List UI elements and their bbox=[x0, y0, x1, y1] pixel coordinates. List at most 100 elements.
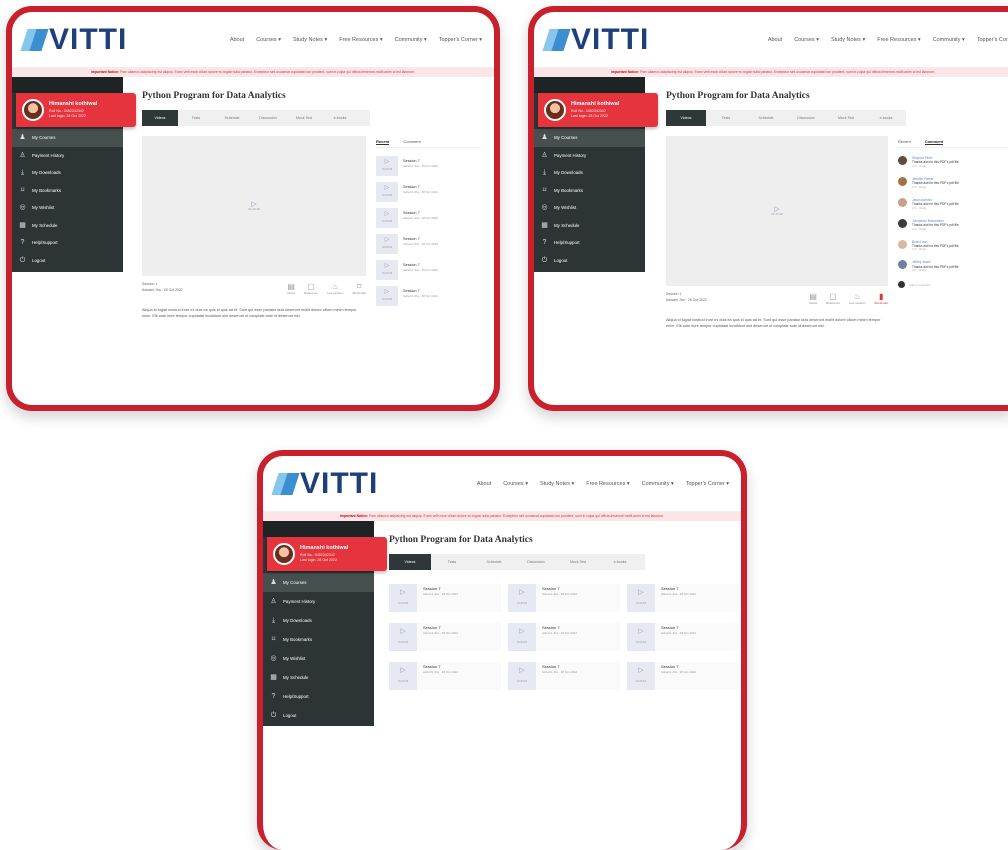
video-player[interactable]: ▷ 01:23:18 bbox=[666, 136, 888, 286]
sidebar-item-my-courses[interactable]: ♟ My Courses bbox=[534, 129, 645, 147]
nav-free-resources[interactable]: Free Resources ▾ bbox=[586, 481, 629, 487]
sidebar-item-my-bookmarks[interactable]: ⌑ My Bookmarks bbox=[534, 182, 645, 200]
comment-author[interactable]: Jeffrey Jewel bbox=[912, 260, 931, 264]
comment-author[interactable]: Jennifer Parker bbox=[912, 177, 934, 181]
nav-toppers-corner[interactable]: Topper's Corner ▾ bbox=[977, 37, 1008, 43]
nav-community[interactable]: Community ▾ bbox=[933, 37, 965, 43]
tab-mock-test[interactable]: Mock Test bbox=[557, 554, 599, 570]
sidebar-item-help-support[interactable]: ? Help/Support bbox=[263, 687, 374, 706]
tab-schedule[interactable]: Schedule bbox=[746, 110, 786, 126]
session-card[interactable]: ▷ 01:23:18 Session 7 Ashwini Jha · 28 Oct 2… bbox=[508, 623, 620, 651]
sidebar-item-logout[interactable]: ⏻ Logout bbox=[263, 706, 374, 725]
live-session-button[interactable]: ♨ Live session bbox=[849, 292, 866, 305]
list-item[interactable]: ▷ 01:23:18 Session 7 Ashwini Jha · 28 Oct 2… bbox=[376, 286, 481, 306]
notes-button[interactable]: ▤ Notes bbox=[287, 282, 295, 295]
sidebar-item-logout[interactable]: ⏻ Logout bbox=[12, 252, 123, 270]
nav-toppers-corner[interactable]: Topper's Corner ▾ bbox=[686, 481, 729, 487]
nav-courses[interactable]: Courses ▾ bbox=[256, 37, 281, 43]
tab-comment[interactable]: Comment bbox=[403, 139, 420, 144]
tab-ebooks[interactable]: e-books bbox=[866, 110, 906, 126]
session-card[interactable]: ▷ 01:23:18 Session 7 Ashwini Jha · 28 Oct 2… bbox=[389, 623, 501, 651]
nav-about[interactable]: About bbox=[768, 37, 782, 43]
nav-about[interactable]: About bbox=[477, 481, 491, 487]
session-card[interactable]: ▷ 01:23:18 Session 7 Ashwini Jha · 28 Oct 2… bbox=[508, 584, 620, 612]
sidebar-item-payment-history[interactable]: ♙ Payment History bbox=[12, 147, 123, 165]
sidebar-item-help-support[interactable]: ? Help/Support bbox=[12, 234, 123, 252]
session-card[interactable]: ▷ 01:23:18 Session 7 Ashwini Jha · 28 Oct 2… bbox=[627, 584, 739, 612]
list-item[interactable]: ▷ 01:23:18 Session 7 Ashwini Jha · 28 Oct 2… bbox=[376, 182, 481, 202]
list-item[interactable]: ▷ 01:23:18 Session 7 Ashwini Jha · 28 Oct 2… bbox=[376, 260, 481, 280]
bookmark-button[interactable]: ▮ Bookmark bbox=[874, 292, 888, 305]
sidebar-item-my-courses[interactable]: ♟ My Courses bbox=[12, 129, 123, 147]
sidebar-item-my-bookmarks[interactable]: ⌑ My Bookmarks bbox=[12, 182, 123, 200]
tab-tests[interactable]: Tests bbox=[431, 554, 473, 570]
tab-videos[interactable]: Videos bbox=[389, 554, 431, 570]
nav-study-notes[interactable]: Study Notes ▾ bbox=[540, 481, 574, 487]
nav-community[interactable]: Community ▾ bbox=[395, 37, 427, 43]
tab-mock-test[interactable]: Mock Test bbox=[286, 110, 322, 126]
nav-free-resources[interactable]: Free Resources ▾ bbox=[339, 37, 382, 43]
comment-author[interactable]: Jason Antonio bbox=[912, 198, 932, 202]
sidebar-item-my-schedule[interactable]: ▦ My Schedule bbox=[534, 217, 645, 235]
vitti-logo[interactable]: VITTI bbox=[20, 23, 127, 57]
session-card[interactable]: ▷ 01:23:18 Session 7 Ashwini Jha · 28 Oct 2… bbox=[508, 662, 620, 690]
tab-discussion[interactable]: Discussion bbox=[250, 110, 286, 126]
sidebar-item-my-wishlist[interactable]: ◎ My Wishlist bbox=[534, 199, 645, 217]
sidebar-item-my-downloads[interactable]: ⤓ My Downloads bbox=[263, 611, 374, 630]
profile-card[interactable]: Himanshi kothiwal Roll No.: 3452342342 Las… bbox=[267, 537, 387, 571]
live-session-button[interactable]: ♨ Live session bbox=[327, 282, 344, 295]
sidebar-item-my-courses[interactable]: ♟ My Courses bbox=[263, 573, 374, 592]
profile-card[interactable]: Himanshi kothiwal Roll No.: 3452342342 Las… bbox=[538, 93, 658, 127]
tab-schedule[interactable]: Schedule bbox=[473, 554, 515, 570]
session-card[interactable]: ▷ 01:23:18 Session 7 Ashwini Jha · 28 Oct 2… bbox=[627, 662, 739, 690]
tab-mock-test[interactable]: Mock Test bbox=[826, 110, 866, 126]
tab-recent[interactable]: Recent bbox=[376, 139, 390, 145]
list-item[interactable]: ▷ 01:23:18 Session 7 Ashwini Jha · 28 Oct 2… bbox=[376, 208, 481, 228]
sidebar-item-logout[interactable]: ⏻ Logout bbox=[534, 252, 645, 270]
sidebar-item-help-support[interactable]: ? Help/Support bbox=[534, 234, 645, 252]
bookmark-button[interactable]: ⌑ Bookmark bbox=[352, 282, 366, 295]
session-card[interactable]: ▷ 01:23:18 Session 7 Ashwini Jha · 28 Oct 2… bbox=[389, 662, 501, 690]
sidebar-item-payment-history[interactable]: ♙ Payment History bbox=[263, 592, 374, 611]
tab-recent[interactable]: Recent bbox=[898, 139, 911, 144]
list-item[interactable]: ▷ 01:23:18 Session 7 Ashwini Jha · 28 Oct 2… bbox=[376, 156, 481, 176]
vitti-logo[interactable]: VITTI bbox=[542, 23, 649, 57]
tab-discussion[interactable]: Discussion bbox=[515, 554, 557, 570]
tab-ebooks[interactable]: e-books bbox=[322, 110, 358, 126]
tab-schedule[interactable]: Schedule bbox=[214, 110, 250, 126]
profile-card[interactable]: Himanshi kothiwal Roll No.: 3452342342 Las… bbox=[16, 93, 136, 127]
tab-discussion[interactable]: Discussion bbox=[786, 110, 826, 126]
tab-videos[interactable]: Videos bbox=[142, 110, 178, 126]
comment-input[interactable]: Add a comment... bbox=[898, 281, 1008, 289]
list-item[interactable]: ▷ 01:23:18 Session 7 Ashwini Jha · 28 Oct 2… bbox=[376, 234, 481, 254]
notes-button[interactable]: ▤ Notes bbox=[809, 292, 817, 305]
nav-study-notes[interactable]: Study Notes ▾ bbox=[293, 37, 327, 43]
sidebar-item-payment-history[interactable]: ♙ Payment History bbox=[534, 147, 645, 165]
comment-author[interactable]: Johnathon Richardson bbox=[912, 219, 944, 223]
nav-toppers-corner[interactable]: Topper's Corner ▾ bbox=[439, 37, 482, 43]
tab-tests[interactable]: Tests bbox=[178, 110, 214, 126]
sidebar-item-my-schedule[interactable]: ▦ My Schedule bbox=[263, 668, 374, 687]
video-player[interactable]: ▷ 01:23:18 bbox=[142, 136, 366, 276]
reference-button[interactable]: ▢ Reference bbox=[304, 282, 318, 295]
sidebar-item-my-wishlist[interactable]: ◎ My Wishlist bbox=[263, 649, 374, 668]
sidebar-item-my-schedule[interactable]: ▦ My Schedule bbox=[12, 217, 123, 235]
sidebar-item-my-downloads[interactable]: ⤓ My Downloads bbox=[534, 164, 645, 182]
tab-comment[interactable]: Comment bbox=[924, 139, 944, 145]
tab-videos[interactable]: Videos bbox=[666, 110, 706, 126]
nav-study-notes[interactable]: Study Notes ▾ bbox=[831, 37, 865, 43]
tab-tests[interactable]: Tests bbox=[706, 110, 746, 126]
tab-ebooks[interactable]: e-books bbox=[599, 554, 641, 570]
comment-author[interactable]: Stephen Flintz bbox=[912, 156, 932, 160]
comment-author[interactable]: Brian Lunn bbox=[912, 240, 927, 244]
nav-community[interactable]: Community ▾ bbox=[642, 481, 674, 487]
nav-free-resources[interactable]: Free Resources ▾ bbox=[877, 37, 920, 43]
nav-courses[interactable]: Courses ▾ bbox=[503, 481, 528, 487]
nav-courses[interactable]: Courses ▾ bbox=[794, 37, 819, 43]
nav-about[interactable]: About bbox=[230, 37, 244, 43]
session-card[interactable]: ▷ 01:23:18 Session 7 Ashwini Jha · 28 Oct 2… bbox=[389, 584, 501, 612]
sidebar-item-my-wishlist[interactable]: ◎ My Wishlist bbox=[12, 199, 123, 217]
vitti-logo[interactable]: VITTI bbox=[271, 467, 378, 501]
session-card[interactable]: ▷ 01:23:18 Session 7 Ashwini Jha · 28 Oct 2… bbox=[627, 623, 739, 651]
reference-button[interactable]: ▢ Reference bbox=[826, 292, 840, 305]
